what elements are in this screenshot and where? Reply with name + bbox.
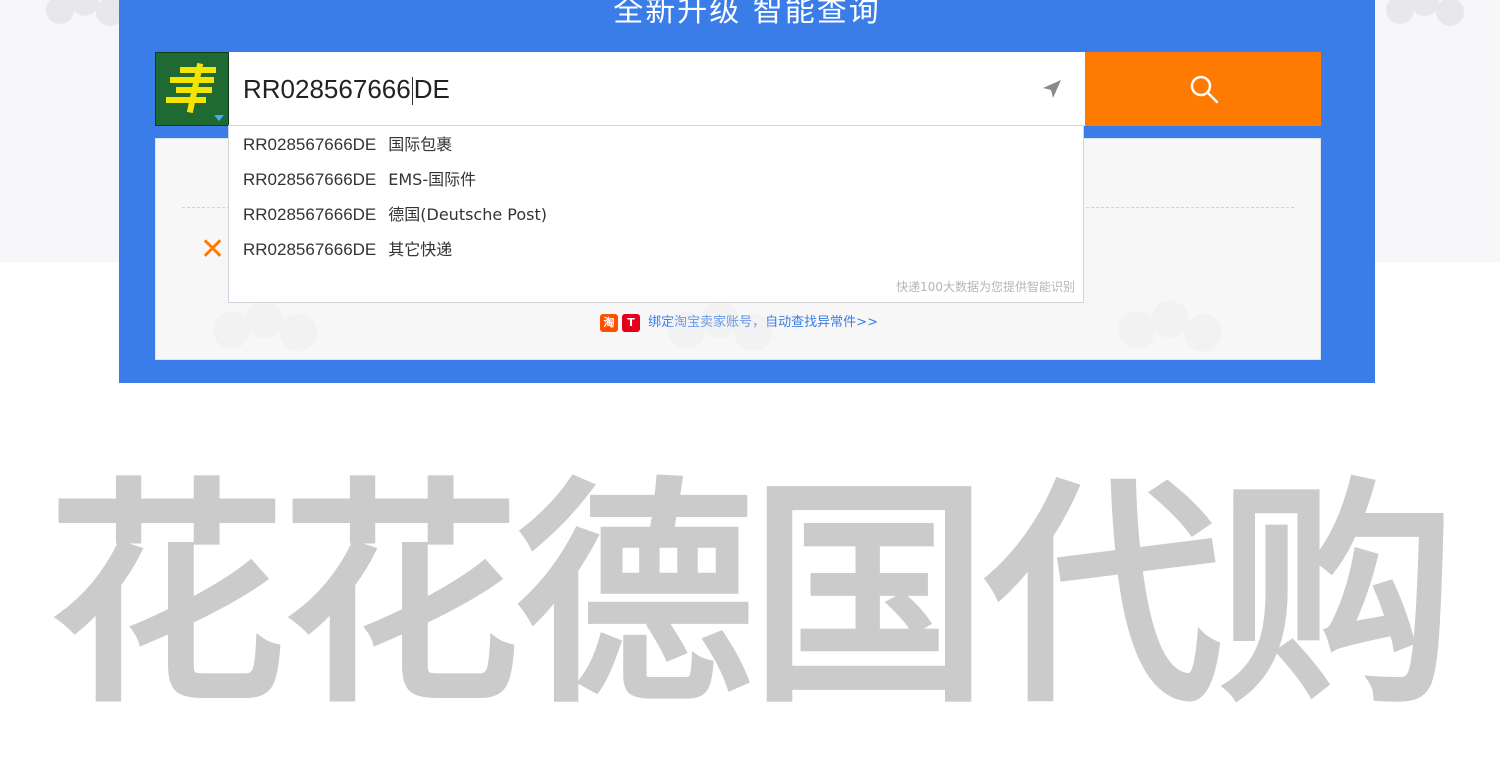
suggestion-item[interactable]: RR028567666DE EMS-国际件 xyxy=(243,163,476,197)
suggestion-code: RR028567666DE xyxy=(243,240,377,259)
china-post-logo-icon xyxy=(166,62,216,114)
page-title: 全新升级 智能查询 xyxy=(613,0,881,29)
watermark-flower-icon xyxy=(46,0,124,26)
suggestion-carrier: 其它快递 xyxy=(388,240,453,259)
input-text-after-cursor: DE xyxy=(413,74,450,104)
suggestion-item[interactable]: RR028567666DE 其它快递 xyxy=(243,233,452,267)
magnifier-icon xyxy=(1190,75,1219,104)
taobao-icon: 淘 xyxy=(600,313,619,332)
watermark-banner: 花花德国代购 xyxy=(48,459,1456,736)
input-text-before-cursor: RR028567666 xyxy=(243,74,411,104)
suggestion-carrier: 国际包裹 xyxy=(388,135,453,154)
suggestion-code: RR028567666DE xyxy=(243,135,377,154)
location-arrow-icon[interactable] xyxy=(1041,78,1063,100)
watermark-flower-icon xyxy=(1118,300,1222,352)
suggestion-item[interactable]: RR028567666DE 国际包裹 xyxy=(243,128,452,162)
suggestion-item[interactable]: RR028567666DE 德国(Deutsche Post) xyxy=(243,198,547,232)
tracking-number-input[interactable]: RR028567666 DE xyxy=(229,52,1085,126)
suggestion-carrier: EMS-国际件 xyxy=(388,170,477,189)
suggestion-code: RR028567666DE xyxy=(243,205,377,224)
suggestion-carrier: 德国(Deutsche Post) xyxy=(388,205,548,224)
search-button[interactable] xyxy=(1085,52,1321,126)
suggestion-footnote: 快递100大数据为您提供智能识别 xyxy=(896,280,1075,294)
suggestion-dropdown: RR028567666DE 国际包裹 RR028567666DE EMS-国际件 R… xyxy=(228,125,1084,303)
carrier-select[interactable] xyxy=(155,52,229,126)
search-bar: RR028567666 DE xyxy=(155,52,1321,126)
suggestion-code: RR028567666DE xyxy=(243,170,377,189)
tmall-icon: T xyxy=(622,313,641,332)
chevron-down-icon xyxy=(214,115,224,121)
text-cursor xyxy=(411,77,413,106)
watermark-flower-icon xyxy=(1386,0,1464,26)
close-x-icon: ✕ xyxy=(200,232,226,267)
